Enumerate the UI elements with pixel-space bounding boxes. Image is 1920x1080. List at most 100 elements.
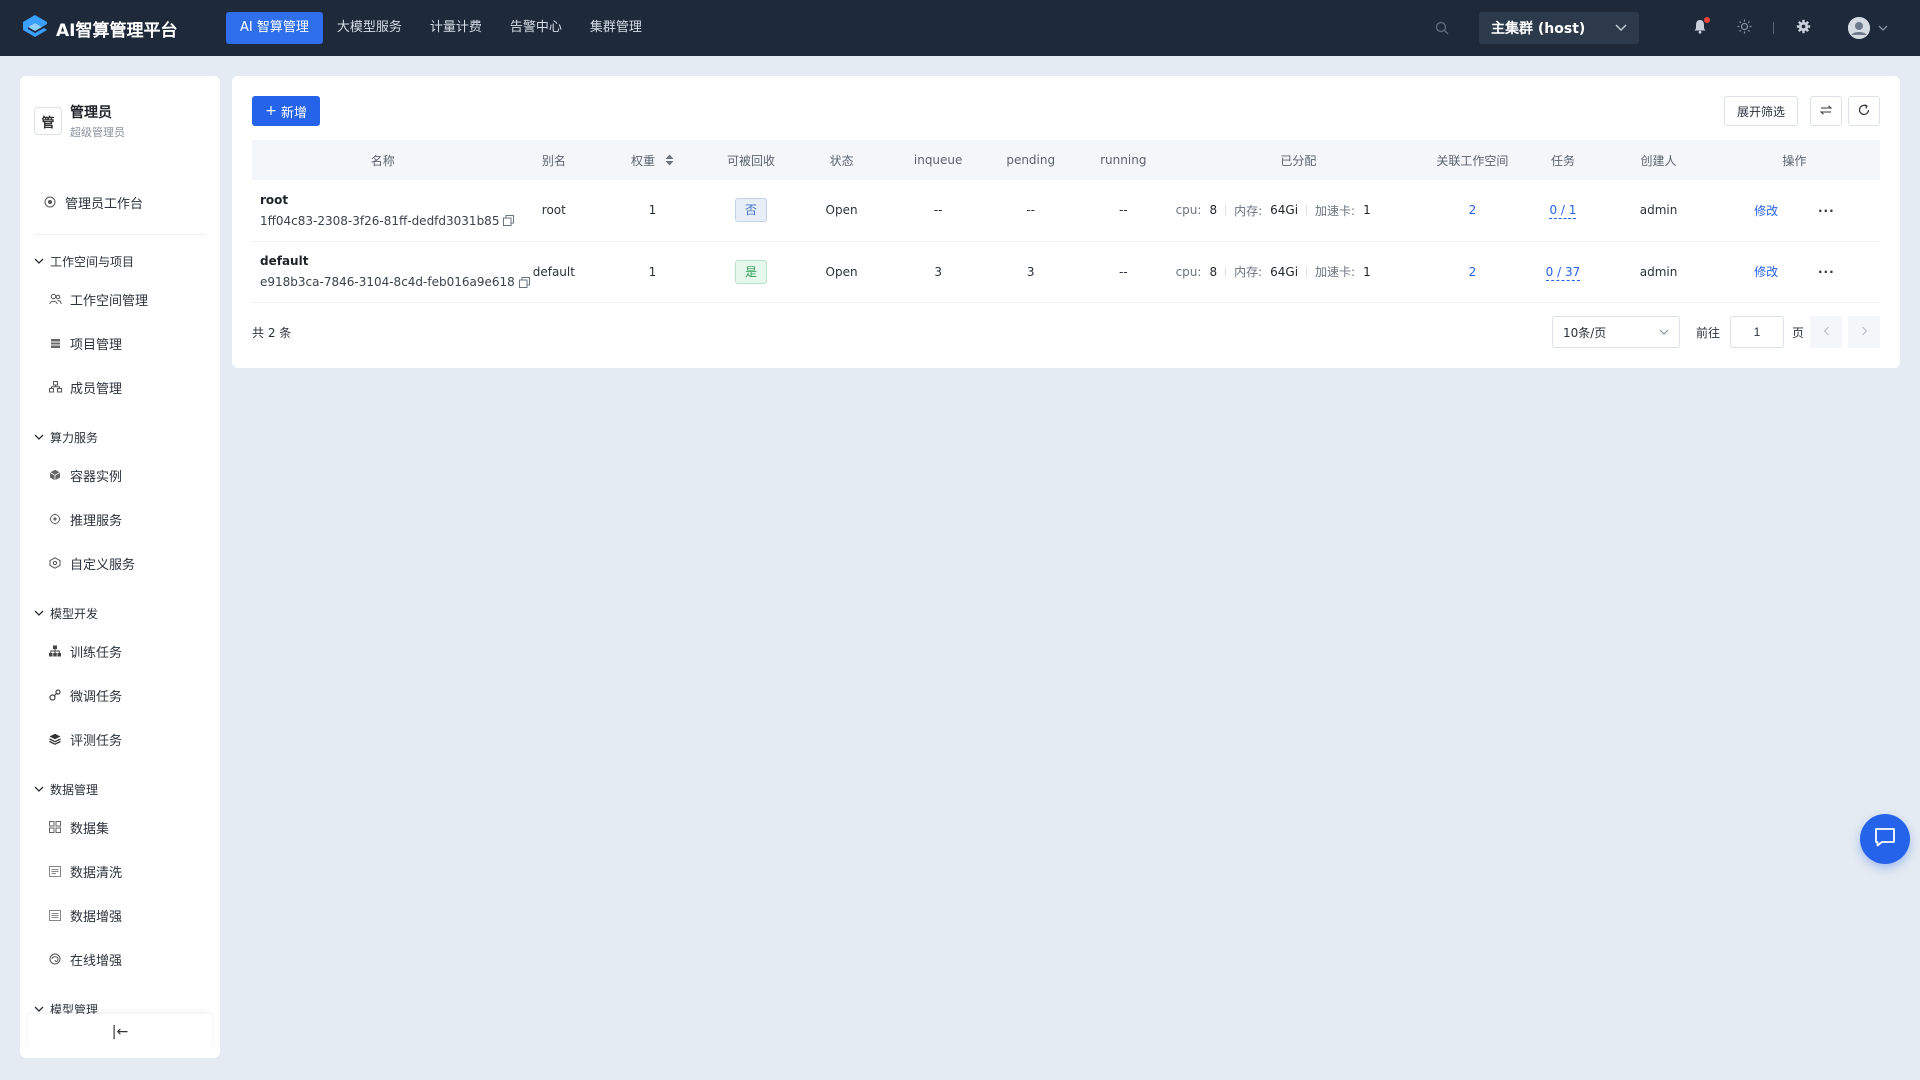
gear-icon xyxy=(1796,19,1811,38)
sidebar-group-workspace[interactable]: 工作空间与项目 xyxy=(20,245,220,277)
topnav-ai-compute[interactable]: AI 智算管理 xyxy=(226,12,323,44)
topnav-alerts[interactable]: 告警中心 xyxy=(496,12,576,44)
cell-status: Open xyxy=(791,180,892,242)
cluster-select[interactable]: 主集群 (host) xyxy=(1479,12,1639,44)
cell-alias: root xyxy=(513,180,595,242)
cell-inqueue: -- xyxy=(891,180,985,242)
sidebar-item-training[interactable]: 训练任务 xyxy=(20,629,220,673)
settings-button[interactable] xyxy=(1792,17,1814,39)
sidebar-item-data-augment[interactable]: 数据增强 xyxy=(20,893,220,937)
expand-filter-button[interactable]: 展开筛选 xyxy=(1724,96,1798,126)
sidebar-item-admin-dashboard[interactable]: 管理员工作台 xyxy=(20,180,220,224)
alloc-mem-value: 64Gi xyxy=(1270,264,1299,279)
chat-button[interactable] xyxy=(1860,814,1910,864)
chevron-down-icon xyxy=(34,254,44,268)
sidebar-item-custom-service[interactable]: 自定义服务 xyxy=(20,541,220,585)
tasks-link[interactable]: 0 / 1 xyxy=(1549,203,1577,220)
column-settings-button[interactable] xyxy=(1810,96,1842,126)
queue-id: 1ff04c83-2308-3f26-81ff-dedfd3031b85 xyxy=(260,213,500,228)
sidebar-item-project-mgmt[interactable]: 项目管理 xyxy=(20,321,220,365)
queue-id: e918b3ca-7846-3104-8c4d-feb016a9e618 xyxy=(260,275,515,289)
workspaces-link[interactable]: 2 xyxy=(1469,265,1477,279)
queue-id-row: e918b3ca-7846-3104-8c4d-feb016a9e618 xyxy=(260,275,530,289)
sidebar-item-label: 评测任务 xyxy=(70,733,123,749)
theme-toggle-button[interactable] xyxy=(1733,17,1755,39)
cell-actions: 修改 ··· xyxy=(1708,241,1880,303)
page-size-select[interactable]: 10条/页 xyxy=(1551,316,1680,348)
prev-page-button[interactable] xyxy=(1810,316,1842,348)
cell-pending: 3 xyxy=(984,241,1077,303)
tasks-link[interactable]: 0 / 37 xyxy=(1545,264,1581,281)
cell-running: -- xyxy=(1077,241,1170,303)
sidebar-item-label: 数据集 xyxy=(70,821,110,837)
sidebar-user: 管 管理员 超级管理员 xyxy=(20,76,220,148)
sidebar-group-compute[interactable]: 算力服务 xyxy=(20,421,220,453)
chevron-down-icon xyxy=(1659,325,1669,339)
workspaces-link[interactable]: 2 xyxy=(1469,203,1477,217)
sidebar-item-container[interactable]: 容器实例 xyxy=(20,453,220,497)
user-menu[interactable] xyxy=(1848,17,1888,39)
app-logo[interactable]: AI智算管理平台 xyxy=(20,13,206,43)
column-header-label: 权重 xyxy=(631,153,656,168)
more-actions-button[interactable]: ··· xyxy=(1818,204,1835,218)
more-actions-button[interactable]: ··· xyxy=(1818,265,1835,279)
refresh-icon xyxy=(1858,103,1870,119)
topnav-billing[interactable]: 计量计费 xyxy=(416,12,496,44)
edit-link[interactable]: 修改 xyxy=(1754,204,1778,218)
copy-icon[interactable] xyxy=(518,276,530,288)
search-icon[interactable] xyxy=(1431,17,1453,39)
cell-workspaces: 2 xyxy=(1427,180,1518,242)
add-button-label: 新增 xyxy=(280,105,307,121)
cell-allocated: cpu: 8 内存: 64Gi 加速卡: 1 xyxy=(1169,180,1428,242)
sidebar-item-workspace-mgmt[interactable]: 工作空间管理 xyxy=(20,277,220,321)
alloc-acc-value: 1 xyxy=(1363,203,1371,218)
edit-link[interactable]: 修改 xyxy=(1754,265,1778,279)
refresh-button[interactable] xyxy=(1848,96,1880,126)
sidebar-item-dataset[interactable]: 数据集 xyxy=(20,805,220,849)
collapse-icon: |← xyxy=(111,1024,129,1040)
cell-name: root 1ff04c83-2308-3f26-81ff-dedfd3031b8… xyxy=(252,180,515,242)
chat-icon xyxy=(1874,827,1896,851)
main-panel: + 新增 展开筛选 名称 别名 权重 可被回收 状态 inqueue pendi… xyxy=(232,76,1900,368)
finetune-icon xyxy=(48,688,62,702)
copy-icon[interactable] xyxy=(503,215,515,227)
cell-weight: 1 xyxy=(594,180,711,242)
topnav-cluster[interactable]: 集群管理 xyxy=(576,12,656,44)
sidebar-item-data-cleaning[interactable]: 数据清洗 xyxy=(20,849,220,893)
cell-creator: admin xyxy=(1608,180,1709,242)
avatar xyxy=(1848,17,1870,39)
hexagon-icon xyxy=(48,556,62,570)
next-page-button[interactable] xyxy=(1848,316,1880,348)
sidebar-item-finetune[interactable]: 微调任务 xyxy=(20,673,220,717)
sort-icon[interactable] xyxy=(665,154,674,169)
inference-icon xyxy=(48,512,62,526)
sidebar-item-evaluation[interactable]: 评测任务 xyxy=(20,717,220,761)
sidebar-item-label: 在线增强 xyxy=(70,953,123,969)
alloc-divider xyxy=(1225,205,1227,216)
chevron-down-icon xyxy=(1615,20,1627,36)
alloc-mem-label: 内存: xyxy=(1234,203,1263,218)
sidebar-collapse-button[interactable]: |← xyxy=(28,1014,212,1050)
sidebar-item-online-augment[interactable]: 在线增强 xyxy=(20,937,220,981)
cell-actions: 修改 ··· xyxy=(1708,180,1880,242)
sidebar-item-label: 容器实例 xyxy=(70,469,123,485)
container-icon xyxy=(48,468,62,482)
add-button[interactable]: + 新增 xyxy=(252,96,320,126)
notification-button[interactable] xyxy=(1689,17,1711,39)
notification-dot xyxy=(1704,17,1710,23)
sidebar-group-model-dev[interactable]: 模型开发 xyxy=(20,597,220,629)
top-bar: AI智算管理平台 AI 智算管理 大模型服务 计量计费 告警中心 集群管理 主集… xyxy=(0,0,1920,56)
column-header-reclaimable: 可被回收 xyxy=(727,153,776,168)
column-header-weight[interactable]: 权重 xyxy=(594,140,711,180)
sidebar-group-data[interactable]: 数据管理 xyxy=(20,773,220,805)
chevron-right-icon xyxy=(1861,325,1868,339)
sidebar-item-member-mgmt[interactable]: 成员管理 xyxy=(20,365,220,409)
pagination: 共 2 条 10条/页 前往 页 xyxy=(252,316,1880,348)
org-icon xyxy=(48,380,62,394)
chevron-down-icon xyxy=(1878,21,1888,36)
column-header-workspaces: 关联工作空间 xyxy=(1436,153,1509,168)
column-header-pending: pending xyxy=(1006,153,1056,167)
goto-page-input[interactable] xyxy=(1729,316,1784,348)
sidebar-item-inference[interactable]: 推理服务 xyxy=(20,497,220,541)
topnav-llm-service[interactable]: 大模型服务 xyxy=(323,12,416,44)
